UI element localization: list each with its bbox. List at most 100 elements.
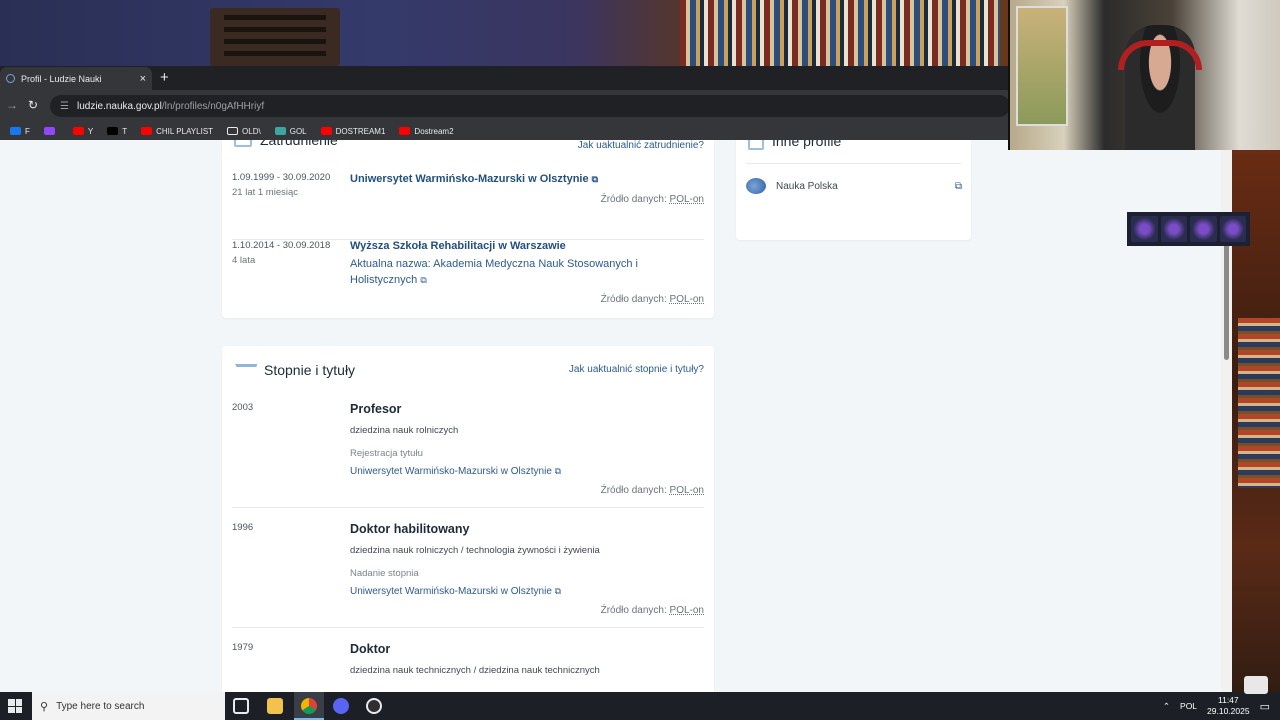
other-profiles-title: Inne profile (772, 140, 842, 149)
degrees-title: Stopnie i tytuły (264, 362, 356, 378)
bookmark-icon (43, 127, 55, 135)
windows-start-icon[interactable] (8, 699, 22, 713)
external-link-icon[interactable]: ⧉ (955, 181, 962, 192)
bookmark-item[interactable]: DOSTREAM1 (320, 126, 386, 136)
employment-dates: 1.09.1999 - 30.09.2020 (232, 172, 331, 183)
bookmark-item[interactable] (43, 127, 59, 135)
site-info-icon[interactable]: ☰ (60, 101, 69, 112)
degree-label: Rejestracja tytułu (350, 448, 423, 459)
graduation-cap-icon (232, 364, 258, 376)
bookshelf-side-decor (1238, 318, 1280, 488)
webcam-overlay (1008, 0, 1280, 150)
degree-org-link[interactable]: Uniwersytet Warmińsko-Mazurski w Olsztyn… (350, 586, 561, 597)
bookshelf-decor (680, 0, 1000, 66)
stream-logo-icon (1244, 676, 1268, 694)
degree-field: dziedzina nauk technicznych / dziedzina … (350, 665, 600, 676)
bookmark-item[interactable]: F (10, 127, 30, 136)
bookmark-label: DOSTREAM1 (335, 126, 386, 136)
bookmark-label: CHIL PLAYLIST (156, 126, 214, 136)
obs-icon[interactable] (366, 698, 382, 714)
bookmark-label: F (25, 126, 30, 136)
source-link[interactable]: POL-on (670, 605, 704, 616)
degree-title: Doktor (350, 642, 391, 656)
bookmark-icon (107, 127, 119, 135)
bookmark-item[interactable]: CHIL PLAYLIST (141, 127, 213, 136)
employment-org-link[interactable]: Wyższa Szkoła Rehabilitacji w Warszawie (350, 240, 566, 252)
close-tab-icon[interactable]: × (140, 73, 146, 85)
tray-chevron-icon[interactable]: ⌃ (1163, 701, 1170, 712)
source-link[interactable]: POL-on (670, 194, 704, 205)
bookmark-item[interactable]: T (107, 127, 127, 136)
url-host: ludzie.nauka.gov.pl (76, 100, 162, 112)
profile-link-label: Nauka Polska (776, 180, 838, 192)
source-label: Źródło danych: POL-on (600, 294, 704, 305)
degree-year: 1996 (232, 522, 254, 533)
back-arrow-icon[interactable]: → (6, 98, 18, 112)
document-icon (748, 140, 764, 150)
task-view-icon[interactable] (233, 698, 249, 714)
source-label: Źródło danych: POL-on (600, 605, 704, 616)
clock[interactable]: 11:47 29.10.2025 (1207, 695, 1250, 717)
address-bar[interactable]: ☰ ludzie.nauka.gov.pl/ln/profiles/n0gAfH… (50, 95, 1010, 117)
thumbnail (1190, 216, 1217, 242)
degrees-card: Stopnie i tytuły Jak uaktualnić stopnie … (222, 346, 714, 692)
system-tray: ⌃ POL 11:47 29.10.2025 ▭ (1163, 692, 1270, 720)
employment-help-link[interactable]: Jak uaktualnić zatrudnienie? (578, 140, 704, 151)
bookmark-icon (320, 127, 332, 135)
degree-row: 2003 Profesor dziedzina nauk rolniczych … (232, 388, 704, 508)
discord-icon[interactable] (333, 698, 349, 714)
bookmark-icon (141, 127, 153, 135)
employment-org-link[interactable]: Uniwersytet Warmińsko-Mazurski w Olsztyn… (350, 173, 598, 185)
degree-row: 1979 Doktor dziedzina nauk technicznych … (232, 628, 704, 692)
bookmark-item[interactable]: Dostream2 (399, 126, 454, 136)
degree-row: 1996 Doktor habilitowany dziedzina nauk … (232, 508, 704, 628)
degree-year: 1979 (232, 642, 254, 653)
degrees-help-link[interactable]: Jak uaktualnić stopnie i tytuły? (569, 364, 704, 375)
notifications-icon[interactable]: ▭ (1260, 700, 1270, 713)
chrome-icon[interactable] (301, 698, 317, 714)
webcam-window-decor (1016, 6, 1068, 126)
reload-icon[interactable]: ↻ (28, 98, 38, 112)
taskbar-search-input[interactable]: ⚲ Type here to search (32, 692, 225, 720)
degree-field: dziedzina nauk rolniczych (350, 425, 459, 436)
wall-panel-decor (210, 8, 340, 66)
source-link[interactable]: POL-on (670, 294, 704, 305)
thumbnail (1160, 216, 1187, 242)
file-explorer-icon[interactable] (267, 698, 283, 714)
profile-link-nauka-polska[interactable]: Nauka Polska ⧉ (746, 178, 962, 194)
employment-card: Zatrudnienie Jak uaktualnić zatrudnienie… (222, 140, 714, 318)
thumbnail (1131, 216, 1158, 242)
external-link-icon: ⧉ (554, 466, 562, 476)
site-favicon-icon (6, 74, 15, 83)
bookmark-item[interactable]: Y (72, 126, 94, 136)
source-label: Źródło danych: POL-on (600, 485, 704, 496)
employment-duration: 4 lata (232, 255, 256, 266)
external-link-icon: ⧉ (591, 174, 599, 184)
new-tab-button[interactable]: + (160, 69, 169, 86)
degree-org-link[interactable]: Uniwersytet Warmińsko-Mazurski w Olsztyn… (350, 466, 561, 477)
bookmark-item[interactable]: GOL (274, 127, 307, 136)
tab-title: Profil - Ludzie Nauki (21, 73, 102, 84)
degree-field: dziedzina nauk rolniczych / technologia … (350, 545, 600, 556)
scrollbar-thumb[interactable] (1224, 240, 1229, 360)
bookmark-icon (274, 127, 286, 135)
degree-title: Doktor habilitowany (350, 522, 470, 536)
windows-taskbar: ⚲ Type here to search ⌃ POL 11:47 29.10.… (0, 692, 1280, 720)
stream-thumbnails-overlay (1127, 212, 1250, 246)
bookmark-icon (72, 127, 84, 135)
bookmark-item[interactable]: OLD\ (227, 127, 261, 136)
source-link[interactable]: POL-on (670, 485, 704, 496)
bookmark-label: OLD\ (242, 126, 261, 136)
tab-profil[interactable]: Profil - Ludzie Nauki × (0, 67, 152, 90)
bookmark-label: Dostream2 (414, 126, 454, 136)
degree-label: Nadanie stopnia (350, 568, 419, 579)
bookmark-label: Y (87, 126, 94, 136)
search-placeholder: Type here to search (56, 700, 145, 712)
bookmarks-bar: F Y T CHIL PLAYLIST OLD\ GOL DOSTREAM1 Dostream… (0, 122, 1008, 140)
language-indicator[interactable]: POL (1180, 701, 1197, 711)
bookmark-label: T (122, 126, 128, 136)
search-icon: ⚲ (40, 700, 49, 713)
browser-toolbar: → ↻ ☰ ludzie.nauka.gov.pl/ln/profiles/n0… (0, 90, 1010, 122)
external-link-icon: ⧉ (420, 275, 427, 285)
employment-current-name-link[interactable]: Aktualna nazwa: Akademia Medyczna Nauk S… (350, 256, 680, 288)
